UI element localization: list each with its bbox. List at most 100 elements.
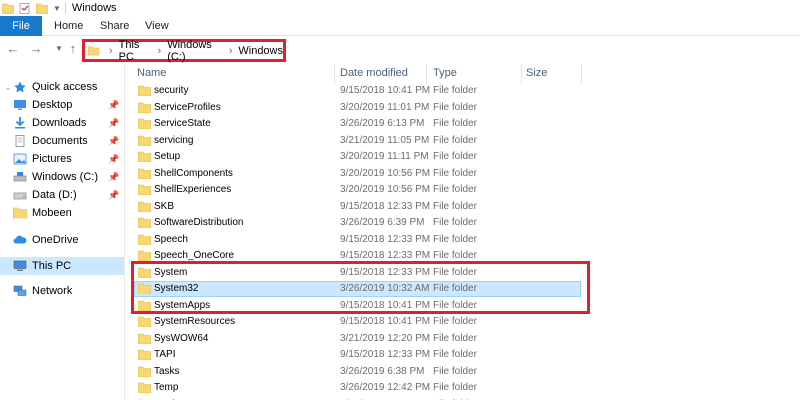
table-row[interactable]: Textinput3/20/2019 10:56 PMFile folder xyxy=(126,397,800,400)
folder-icon[interactable] xyxy=(2,3,14,14)
column-divider[interactable] xyxy=(521,64,522,84)
file-type: File folder xyxy=(433,200,477,212)
column-divider[interactable] xyxy=(334,64,335,84)
column-header-name[interactable]: Name xyxy=(137,67,166,79)
table-row[interactable]: Setup 3/20/2019 11:11 PM File folder xyxy=(126,149,800,165)
file-name: SoftwareDistribution xyxy=(154,217,244,228)
file-type: File folder xyxy=(433,85,477,96)
chevron-right-icon[interactable]: › xyxy=(229,45,233,57)
table-row[interactable]: SoftwareDistribution 3/26/2019 6:39 PM Fil… xyxy=(126,215,800,231)
table-row[interactable]: servicing 3/21/2019 11:05 PM File folder xyxy=(126,133,800,149)
recent-locations-chevron-icon[interactable]: ▼ xyxy=(52,41,66,57)
nav-item-desktop[interactable]: Desktop 📌 xyxy=(0,96,124,114)
table-row[interactable]: ServiceProfiles 3/20/2019 11:01 PM File fo… xyxy=(126,100,800,116)
file-name: security xyxy=(154,85,189,96)
drive-icon xyxy=(13,172,27,182)
folder-icon xyxy=(138,250,151,261)
file-name: Setup xyxy=(154,151,181,162)
file-date-modified: 3/20/2019 11:11 PM xyxy=(340,151,429,162)
file-name: ShellExperiences xyxy=(154,184,232,195)
table-row[interactable]: SKB 9/15/2018 12:33 PM File folder xyxy=(126,199,800,215)
chevron-right-icon[interactable]: › xyxy=(109,45,113,57)
customize-quick-access-icon[interactable]: ▼ xyxy=(53,4,61,13)
table-row[interactable]: ShellExperiences 3/20/2019 10:56 PM File f… xyxy=(126,182,800,198)
file-type: File folder xyxy=(433,316,477,327)
nav-item-documents[interactable]: Documents 📌 xyxy=(0,132,124,150)
nav-item-network[interactable]: Network xyxy=(0,282,124,300)
table-row[interactable]: Tasks 3/26/2019 6:38 PM File folder xyxy=(126,364,800,380)
file-type: File folder xyxy=(433,217,477,228)
chevron-down-icon[interactable]: ⌄ xyxy=(3,83,13,92)
nav-item-quick-access[interactable]: ⌄ Quick access xyxy=(0,78,124,96)
file-name: ShellComponents xyxy=(154,167,233,179)
tab-share[interactable]: Share xyxy=(100,16,129,36)
breadcrumb-windows-c[interactable]: Windows (C:) xyxy=(167,39,223,63)
folder-icon xyxy=(138,151,151,162)
documents-icon xyxy=(15,135,25,147)
tab-file[interactable]: File xyxy=(0,16,42,36)
nav-item-mobeen[interactable]: Mobeen xyxy=(0,204,124,222)
file-name: SystemResources xyxy=(154,316,236,327)
address-bar[interactable]: › This PC › Windows (C:) › Windows xyxy=(82,39,286,63)
table-row[interactable]: ShellComponents 3/20/2019 10:56 PM File fo… xyxy=(126,166,800,182)
file-type: File folder xyxy=(433,332,477,344)
nav-item-downloads[interactable]: Downloads 📌 xyxy=(0,114,124,132)
pin-icon[interactable]: 📌 xyxy=(108,118,119,128)
tab-home[interactable]: Home xyxy=(54,16,83,36)
file-type: File folder xyxy=(433,134,477,146)
properties-icon[interactable] xyxy=(19,2,31,14)
up-arrow-icon[interactable]: ↑ xyxy=(66,41,80,57)
folder-icon xyxy=(138,217,151,228)
folder-icon xyxy=(138,184,151,195)
star-icon xyxy=(14,81,26,93)
download-icon xyxy=(15,117,25,129)
file-name: ServiceState xyxy=(154,118,211,129)
file-date-modified: 3/21/2019 11:05 PM xyxy=(340,134,430,146)
file-date-modified: 3/20/2019 11:01 PM xyxy=(340,101,430,113)
nav-item-pictures[interactable]: Pictures 📌 xyxy=(0,150,124,168)
table-row[interactable]: Temp 3/26/2019 12:42 PM File folder xyxy=(126,380,800,396)
file-date-modified: 9/15/2018 10:41 PM xyxy=(340,316,431,327)
pin-icon[interactable]: 📌 xyxy=(108,172,119,182)
breadcrumb-windows[interactable]: Windows xyxy=(238,45,283,57)
pin-icon[interactable]: 📌 xyxy=(108,100,119,110)
nav-item-windows-c[interactable]: Windows (C:) 📌 xyxy=(0,168,124,186)
pin-icon[interactable]: 📌 xyxy=(108,154,119,164)
column-header-size[interactable]: Size xyxy=(526,67,547,79)
nav-item-this-pc[interactable]: This PC xyxy=(0,257,124,275)
column-header-type[interactable]: Type xyxy=(433,67,457,79)
highlight-box xyxy=(131,261,590,314)
table-row[interactable]: security 9/15/2018 10:41 PM File folder xyxy=(126,83,800,99)
table-row[interactable]: ServiceState 3/26/2019 6:13 PM File folder xyxy=(126,116,800,132)
column-headers: Name Date modified Type Size xyxy=(126,64,800,84)
nav-item-data-d[interactable]: Data (D:) 📌 xyxy=(0,186,124,204)
file-date-modified: 3/20/2019 10:56 PM xyxy=(340,184,431,195)
breadcrumb-this-pc[interactable]: This PC xyxy=(119,39,152,63)
title-bar: ▼ Windows xyxy=(0,0,800,16)
table-row[interactable]: SysWOW64 3/21/2019 12:20 PM File folder xyxy=(126,331,800,347)
folder-icon xyxy=(138,349,151,360)
file-list: Name Date modified Type Size security 9/1… xyxy=(126,64,800,400)
pin-icon[interactable]: 📌 xyxy=(108,190,119,200)
file-date-modified: 9/15/2018 12:33 PM xyxy=(340,349,431,360)
file-date-modified: 3/26/2019 6:38 PM xyxy=(340,365,425,377)
file-name: SysWOW64 xyxy=(154,332,209,344)
folder-icon xyxy=(138,102,151,113)
file-name: Speech_OneCore xyxy=(154,250,235,261)
table-row[interactable]: Speech 9/15/2018 12:33 PM File folder xyxy=(126,232,800,248)
table-row[interactable]: SystemResources 9/15/2018 10:41 PM File fo… xyxy=(126,314,800,330)
back-arrow-icon[interactable]: ← xyxy=(6,41,20,57)
file-date-modified: 9/15/2018 12:33 PM xyxy=(340,250,431,261)
chevron-right-icon[interactable]: › xyxy=(158,45,162,57)
column-divider[interactable] xyxy=(426,64,427,84)
tab-view[interactable]: View xyxy=(145,16,169,36)
nav-item-onedrive[interactable]: OneDrive xyxy=(0,231,124,249)
folder-icon xyxy=(138,135,151,146)
forward-arrow-icon[interactable]: → xyxy=(29,41,43,57)
new-folder-icon[interactable] xyxy=(36,3,48,14)
table-row[interactable]: TAPI 9/15/2018 12:33 PM File folder xyxy=(126,347,800,363)
column-header-date-modified[interactable]: Date modified xyxy=(340,67,408,79)
file-type: File folder xyxy=(433,382,477,393)
column-divider[interactable] xyxy=(581,64,582,84)
pin-icon[interactable]: 📌 xyxy=(108,136,119,146)
